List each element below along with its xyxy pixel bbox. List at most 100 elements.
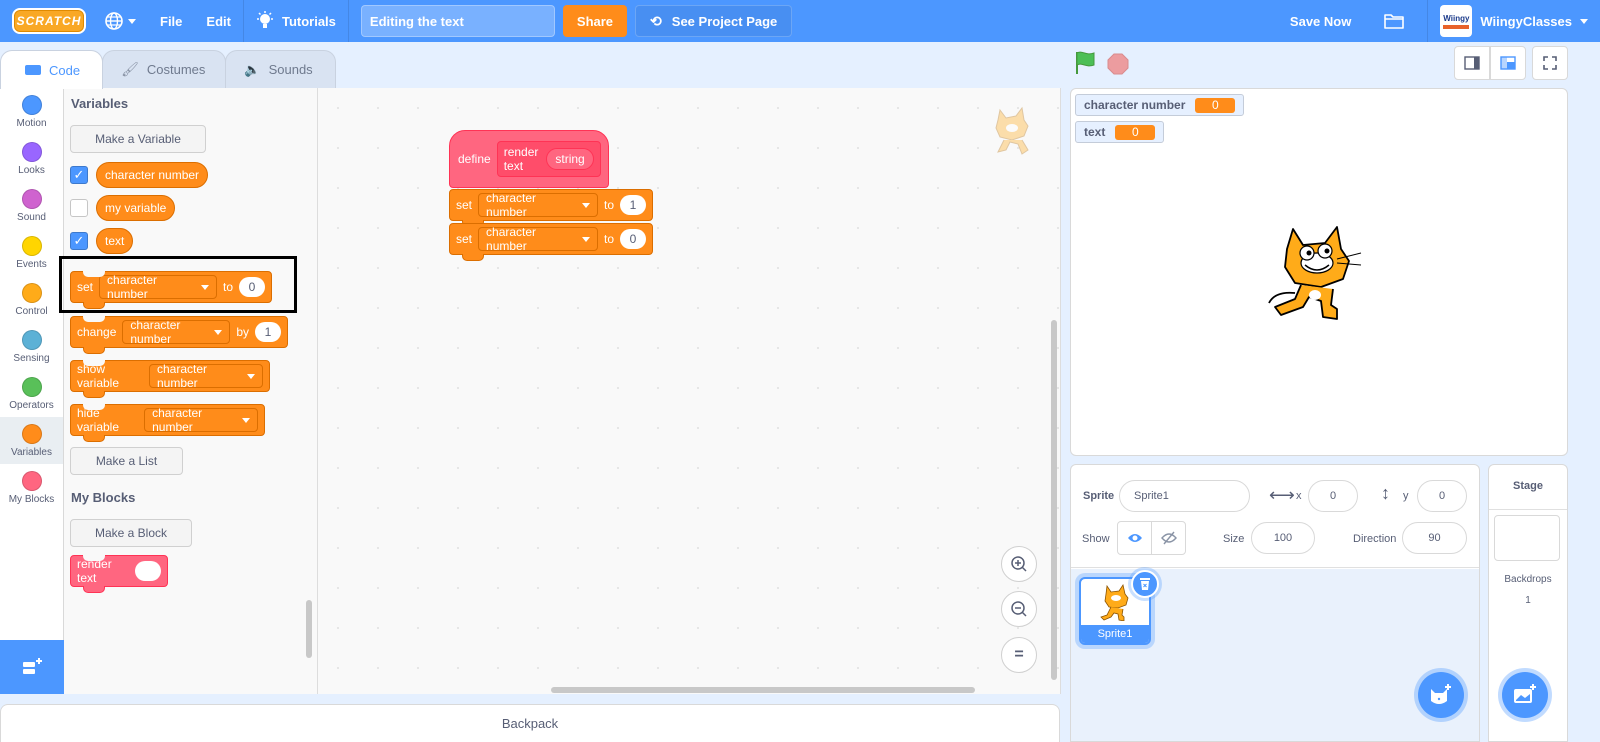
- variable-reporter[interactable]: character number: [96, 162, 209, 188]
- variable-reporter[interactable]: my variable: [96, 195, 176, 221]
- workspace-horizontal-scrollbar[interactable]: [551, 687, 975, 693]
- cat-add-icon: [1431, 684, 1451, 704]
- avatar: Wiingy: [1440, 5, 1473, 37]
- value-input[interactable]: 1: [255, 322, 281, 342]
- variable-reporter[interactable]: text: [96, 228, 134, 254]
- category-my-blocks[interactable]: My Blocks: [0, 464, 63, 511]
- edit-menu[interactable]: Edit: [194, 0, 243, 42]
- divider: [347, 0, 349, 42]
- make-variable-button[interactable]: Make a Variable: [70, 125, 206, 153]
- category-motion[interactable]: Motion: [0, 88, 63, 135]
- tutorials-button[interactable]: Tutorials: [244, 0, 348, 42]
- paintbrush-icon: 🖌: [121, 61, 139, 77]
- palette-scrollbar[interactable]: [306, 600, 312, 658]
- share-button[interactable]: Share: [562, 5, 628, 37]
- category-label: Motion: [16, 117, 47, 129]
- value-input[interactable]: 1: [620, 195, 646, 215]
- account-menu[interactable]: Wiingy WiingyClasses: [1428, 0, 1600, 42]
- save-now-button[interactable]: Save Now: [1278, 0, 1363, 42]
- category-label: Sensing: [13, 352, 50, 364]
- small-stage-button[interactable]: [1454, 46, 1490, 80]
- green-flag-button[interactable]: [1074, 50, 1098, 79]
- y-input[interactable]: 0: [1417, 480, 1467, 512]
- backpack[interactable]: Backpack: [0, 704, 1060, 742]
- category-sensing[interactable]: Sensing: [0, 323, 63, 370]
- category-operators[interactable]: Operators: [0, 370, 63, 417]
- variable-dropdown[interactable]: character number: [478, 191, 598, 219]
- add-extension-button[interactable]: [0, 640, 64, 694]
- caret-down-icon: [247, 373, 255, 379]
- delete-sprite-button[interactable]: [1131, 570, 1159, 598]
- fullscreen-button[interactable]: [1532, 46, 1568, 80]
- variable-monitor[interactable]: character number 0: [1075, 94, 1245, 116]
- category-sound[interactable]: Sound: [0, 182, 63, 229]
- custom-block-prototype[interactable]: render text string: [496, 141, 601, 177]
- stop-button[interactable]: [1107, 53, 1129, 78]
- variable-dropdown[interactable]: character number: [144, 406, 258, 434]
- dropdown-value: character number: [130, 318, 181, 346]
- category-menu: Motion Looks Sound Events Control Sensing Oper…: [0, 88, 64, 694]
- sprite-name-input[interactable]: Sprite1: [1119, 480, 1250, 512]
- add-backdrop-button[interactable]: [1502, 672, 1548, 718]
- stage[interactable]: character number 0 text 0: [1070, 88, 1568, 456]
- tab-sounds[interactable]: 🔈 Sounds: [225, 50, 336, 88]
- category-color-icon: [21, 423, 42, 444]
- see-project-page-button[interactable]: ⟲ See Project Page: [635, 5, 793, 37]
- variable-checkbox[interactable]: ✓: [70, 166, 88, 184]
- direction-input[interactable]: 90: [1402, 522, 1467, 554]
- tab-code[interactable]: Code: [0, 50, 104, 89]
- category-looks[interactable]: Looks: [0, 135, 63, 182]
- show-variable-block[interactable]: show variable character number: [70, 360, 270, 398]
- variable-dropdown[interactable]: character number: [122, 318, 231, 346]
- make-list-button[interactable]: Make a List: [70, 447, 183, 475]
- argument-input[interactable]: [135, 561, 161, 581]
- category-variables[interactable]: Variables: [0, 417, 63, 464]
- zoom-out-button[interactable]: [1001, 591, 1037, 627]
- backdrop-add-icon: [1514, 684, 1536, 703]
- trash-icon: [1140, 578, 1150, 590]
- code-icon: [25, 65, 41, 75]
- render-text-block[interactable]: render text: [70, 555, 168, 593]
- variable-dropdown[interactable]: character number: [478, 225, 598, 253]
- my-stuff-button[interactable]: [1371, 0, 1417, 42]
- make-block-button[interactable]: Make a Block: [70, 519, 192, 547]
- variable-dropdown[interactable]: character number: [148, 362, 263, 390]
- eye-icon: [1127, 534, 1142, 542]
- zoom-reset-button[interactable]: =: [1001, 637, 1037, 673]
- define-block[interactable]: define render text string: [449, 130, 609, 188]
- normal-stage-button[interactable]: [1490, 46, 1526, 80]
- sprite-list: Sprite1: [1071, 569, 1479, 741]
- cat-sprite[interactable]: [1265, 219, 1367, 327]
- change-variable-block[interactable]: change character number by 1: [70, 316, 288, 354]
- variable-checkbox[interactable]: [70, 199, 88, 217]
- username: WiingyClasses: [1480, 13, 1572, 29]
- language-menu[interactable]: [92, 0, 148, 42]
- workspace-vertical-scrollbar[interactable]: [1051, 320, 1057, 680]
- set-variable-block[interactable]: set character number to 0: [449, 223, 653, 261]
- category-control[interactable]: Control: [0, 276, 63, 323]
- tab-costumes-label: Costumes: [146, 62, 206, 77]
- zoom-in-button[interactable]: [1001, 546, 1037, 582]
- variable-monitor[interactable]: text 0: [1075, 121, 1165, 143]
- tutorials-label: Tutorials: [281, 13, 336, 29]
- project-title-input[interactable]: Editing the text: [360, 5, 555, 37]
- hide-variable-block[interactable]: hide variable character number: [70, 404, 265, 442]
- parameter-string[interactable]: string: [546, 148, 594, 170]
- code-workspace[interactable]: define render text string set character …: [318, 88, 1060, 694]
- scratch-logo[interactable]: SCRATCH: [12, 8, 86, 34]
- value-input[interactable]: 0: [620, 229, 646, 249]
- set-variable-block[interactable]: set character number to 1: [449, 189, 653, 227]
- size-input[interactable]: 100: [1251, 522, 1315, 554]
- backdrop-thumbnail[interactable]: [1494, 515, 1560, 561]
- sprite-cat-icon: [995, 106, 1029, 155]
- category-events[interactable]: Events: [0, 229, 63, 276]
- category-label: Operators: [9, 399, 54, 411]
- tab-costumes[interactable]: 🖌 Costumes: [102, 50, 227, 88]
- show-visible-button[interactable]: [1117, 521, 1152, 555]
- file-menu[interactable]: File: [148, 0, 194, 42]
- add-sprite-button[interactable]: [1418, 672, 1464, 718]
- show-hidden-button[interactable]: [1151, 521, 1186, 555]
- x-input[interactable]: 0: [1308, 480, 1358, 512]
- see-project-page-label: See Project Page: [671, 13, 778, 29]
- variable-checkbox[interactable]: ✓: [70, 232, 88, 250]
